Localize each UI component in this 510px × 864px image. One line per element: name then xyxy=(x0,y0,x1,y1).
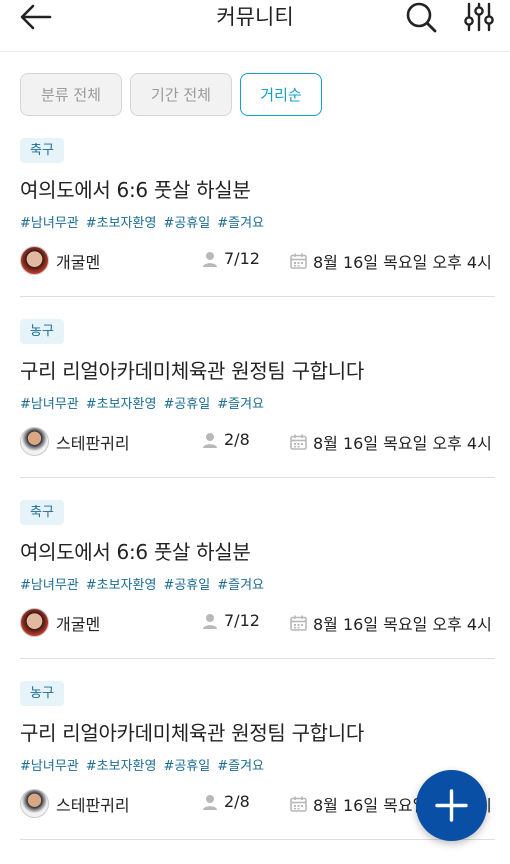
post-list: 축구 여의도에서 6:6 풋살 하실분 #남녀무관 #초보자환영 #공휴일 #즐겨요 … xyxy=(0,138,510,862)
post-title: 구리 리얼아카데미체육관 원정팀 구합니다 xyxy=(20,359,364,383)
filter-chip-category[interactable]: 분류 전체 xyxy=(20,73,122,116)
tag[interactable]: #남녀무관 xyxy=(20,578,79,593)
post-item[interactable]: 농구 구리 리얼아카데미체육관 원정팀 구합니다 #남녀무관 #초보자환영 #공휴일… xyxy=(0,319,510,500)
calendar-icon xyxy=(290,434,307,450)
person-icon xyxy=(203,794,217,810)
tag[interactable]: #초보자환영 xyxy=(86,216,157,231)
tag[interactable]: #남녀무관 xyxy=(20,216,79,231)
tag[interactable]: #공휴일 xyxy=(163,578,210,593)
tag[interactable]: #즐겨요 xyxy=(217,759,264,774)
tag-list: #남녀무관 #초보자환영 #공휴일 #즐겨요 xyxy=(20,393,271,412)
tag[interactable]: #초보자환영 xyxy=(86,397,157,412)
divider xyxy=(20,477,495,478)
divider xyxy=(20,296,495,297)
tag[interactable]: #즐겨요 xyxy=(217,578,264,593)
post-meta: 개굴멘 7/12 8월 16일 목요일 오후 4시 xyxy=(20,246,500,276)
post-item[interactable]: 축구 여의도에서 6:6 풋살 하실분 #남녀무관 #초보자환영 #공휴일 #즐겨요 … xyxy=(0,138,510,319)
post-title: 여의도에서 6:6 풋살 하실분 xyxy=(20,178,251,202)
person-icon xyxy=(203,251,217,267)
participant-count: 7/12 xyxy=(202,611,260,630)
filter-chip-bar: 분류 전체 기간 전체 거리순 xyxy=(20,73,330,117)
tag-list: #남녀무관 #초보자환영 #공휴일 #즐겨요 xyxy=(20,212,271,231)
filter-chip-distance[interactable]: 거리순 xyxy=(240,73,322,116)
filter-button[interactable] xyxy=(462,1,496,33)
tag-list: #남녀무관 #초보자환영 #공휴일 #즐겨요 xyxy=(20,755,271,774)
participant-count: 7/12 xyxy=(202,249,260,268)
participant-count-value: 7/12 xyxy=(224,249,260,268)
author-name: 개굴멘 xyxy=(56,253,101,272)
calendar-icon xyxy=(290,615,307,631)
post-title: 구리 리얼아카데미체육관 원정팀 구합니다 xyxy=(20,721,364,745)
post-meta: 스테판귀리 2/8 8월 16일 목요일 오후 4시 xyxy=(20,427,500,457)
tag[interactable]: #즐겨요 xyxy=(217,397,264,412)
filter-chip-period[interactable]: 기간 전체 xyxy=(130,73,232,116)
tag[interactable]: #초보자환영 xyxy=(86,578,157,593)
event-datetime-value: 8월 16일 목요일 오후 4시 xyxy=(313,615,492,634)
search-button[interactable] xyxy=(404,1,438,33)
event-datetime-value: 8월 16일 목요일 오후 4시 xyxy=(313,434,492,453)
plus-icon xyxy=(435,789,468,822)
tag[interactable]: #남녀무관 xyxy=(20,759,79,774)
tag[interactable]: #초보자환영 xyxy=(86,759,157,774)
participant-count: 2/8 xyxy=(202,792,250,811)
create-post-button[interactable] xyxy=(416,770,487,841)
avatar xyxy=(20,608,49,637)
person-icon xyxy=(203,613,217,629)
participant-count-value: 2/8 xyxy=(224,792,250,811)
post-item[interactable]: 축구 여의도에서 6:6 풋살 하실분 #남녀무관 #초보자환영 #공휴일 #즐겨요 … xyxy=(0,500,510,681)
event-datetime: 8월 16일 목요일 오후 4시 xyxy=(290,249,492,273)
divider xyxy=(20,658,495,659)
app-header: 커뮤니티 xyxy=(0,0,510,52)
tag[interactable]: #남녀무관 xyxy=(20,397,79,412)
tag[interactable]: #공휴일 xyxy=(163,397,210,412)
category-badge: 농구 xyxy=(20,319,64,344)
calendar-icon xyxy=(290,796,307,812)
category-badge: 축구 xyxy=(20,500,64,525)
event-datetime: 8월 16일 목요일 오후 4시 xyxy=(290,430,492,454)
author-name: 스테판귀리 xyxy=(56,434,130,453)
participant-count: 2/8 xyxy=(202,430,250,449)
participant-count-value: 7/12 xyxy=(224,611,260,630)
tag-list: #남녀무관 #초보자환영 #공휴일 #즐겨요 xyxy=(20,574,271,593)
avatar xyxy=(20,789,49,818)
person-icon xyxy=(203,432,217,448)
avatar xyxy=(20,427,49,456)
author-name: 개굴멘 xyxy=(56,615,101,634)
post-meta: 개굴멘 7/12 8월 16일 목요일 오후 4시 xyxy=(20,608,500,638)
search-icon xyxy=(406,2,437,33)
category-badge: 축구 xyxy=(20,138,64,163)
tag[interactable]: #공휴일 xyxy=(163,759,210,774)
tag[interactable]: #즐겨요 xyxy=(217,216,264,231)
event-datetime: 8월 16일 목요일 오후 4시 xyxy=(290,611,492,635)
participant-count-value: 2/8 xyxy=(224,430,250,449)
category-badge: 농구 xyxy=(20,681,64,706)
avatar xyxy=(20,246,49,275)
calendar-icon xyxy=(290,253,307,269)
post-title: 여의도에서 6:6 풋살 하실분 xyxy=(20,540,251,564)
author-name: 스테판귀리 xyxy=(56,796,130,815)
event-datetime-value: 8월 16일 목요일 오후 4시 xyxy=(313,253,492,272)
tag[interactable]: #공휴일 xyxy=(163,216,210,231)
filter-sliders-icon xyxy=(464,2,494,32)
